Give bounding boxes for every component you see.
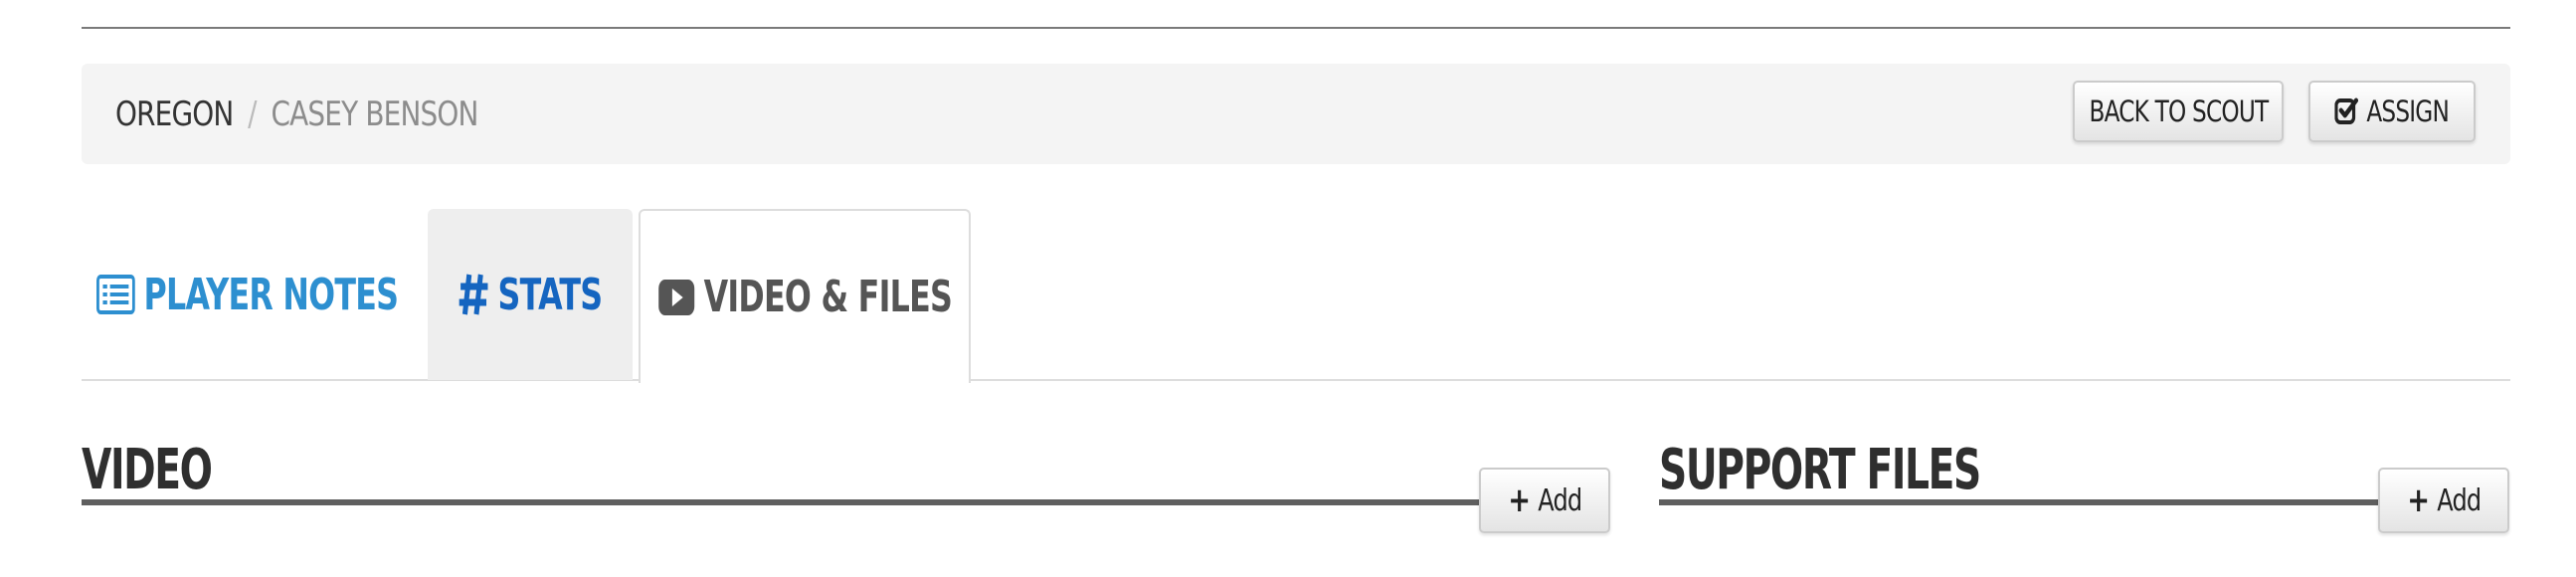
back-to-scout-label: BACK TO SCOUT	[2089, 95, 2269, 128]
add-video-button[interactable]: + Add	[1479, 468, 1610, 533]
assign-label: ASSIGN	[2366, 95, 2451, 128]
support-files-section-title: SUPPORT FILES	[1659, 438, 1981, 502]
breadcrumb: OREGON / CASEY BENSON	[115, 64, 478, 164]
video-section-underline	[82, 499, 1484, 505]
add-video-label: Add	[1537, 482, 1582, 518]
breadcrumb-team[interactable]: OREGON	[115, 95, 234, 134]
list-icon	[96, 275, 136, 314]
breadcrumb-separator: /	[248, 94, 257, 134]
plus-icon: +	[1507, 481, 1531, 520]
tab-player-notes[interactable]: PLAYER NOTES	[90, 209, 406, 380]
tab-video-files[interactable]: VIDEO & FILES	[639, 209, 971, 383]
breadcrumb-player: CASEY BENSON	[271, 94, 479, 134]
play-icon	[657, 278, 694, 317]
checkbox-check-icon	[2334, 96, 2367, 126]
hash-icon	[458, 272, 489, 317]
back-to-scout-button[interactable]: BACK TO SCOUT	[2073, 81, 2284, 142]
tab-player-notes-label: PLAYER NOTES	[143, 269, 399, 320]
video-section-title: VIDEO	[82, 438, 213, 502]
tab-video-files-label: VIDEO & FILES	[703, 272, 952, 322]
add-support-file-label: Add	[2436, 482, 2482, 518]
add-support-file-button[interactable]: + Add	[2378, 468, 2509, 533]
support-files-section-underline	[1659, 499, 2385, 505]
tab-stats-label: STATS	[497, 269, 604, 320]
assign-button[interactable]: ASSIGN	[2308, 81, 2476, 142]
top-divider	[82, 27, 2510, 29]
plus-icon: +	[2406, 481, 2430, 520]
tab-stats[interactable]: STATS	[428, 209, 633, 380]
